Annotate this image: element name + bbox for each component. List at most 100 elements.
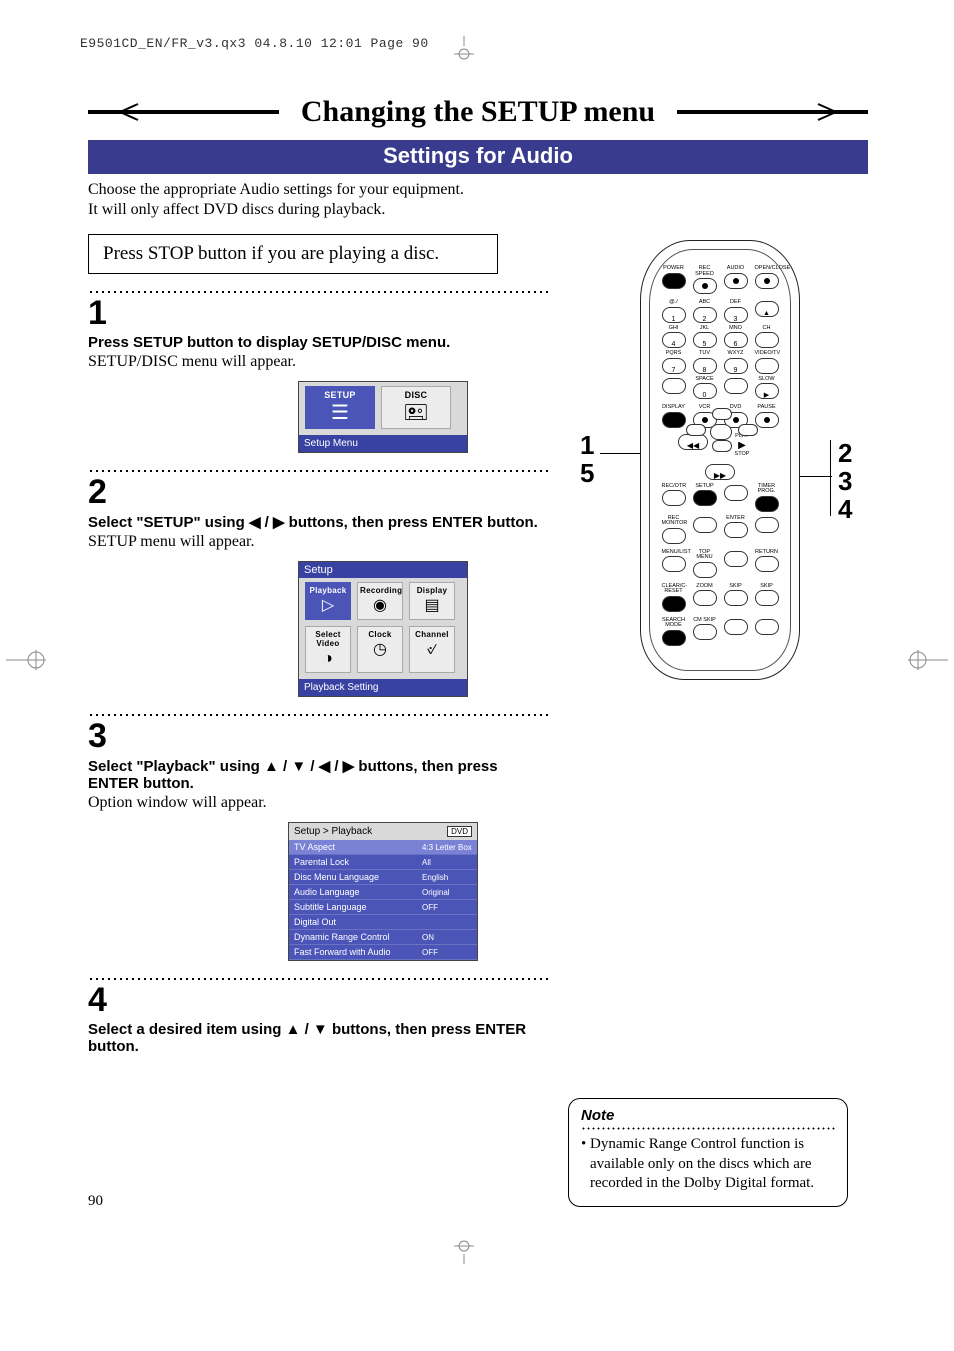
- osd-cell-playback: Playback▷: [305, 582, 351, 620]
- page-title-bar: Changing the SETUP menu: [88, 90, 868, 134]
- step-heading: Select "SETUP" using ◀ / ▶ buttons, then…: [88, 513, 548, 531]
- osd-cell-disc: DISC 🖭: [381, 386, 451, 429]
- SKIP-button[interactable]: [755, 590, 779, 606]
- digit-9-button[interactable]: 9: [724, 358, 748, 374]
- osd-option-row: Dynamic Range ControlON: [289, 930, 477, 945]
- nav-left-button[interactable]: [686, 424, 706, 436]
- osd-cell-recording: Recording◉: [357, 582, 403, 620]
- clock-icon: ◷: [360, 642, 400, 658]
- remote-button[interactable]: [724, 619, 748, 635]
- DISPLAY-button[interactable]: [662, 412, 686, 428]
- remote-button-label: DEF: [724, 300, 748, 306]
- remote-button-label: GHI: [662, 326, 686, 332]
- option-label: Disc Menu Language: [289, 870, 417, 885]
- step-heading: Select "Playback" using ▲ / ▼ / ◀ / ▶ bu…: [88, 757, 548, 792]
- remote-button-label: TOP MENU: [693, 550, 717, 561]
- display-icon: ▤: [412, 598, 452, 614]
- divider-dots: [88, 288, 548, 294]
- digit-2-button[interactable]: 2: [693, 307, 717, 323]
- remote-button[interactable]: [693, 517, 717, 533]
- digit-7-button[interactable]: 7: [662, 358, 686, 374]
- SEARCH MODE-button[interactable]: [662, 630, 686, 646]
- digit-x-button[interactable]: [755, 332, 779, 348]
- digit-x-button[interactable]: [724, 378, 748, 394]
- remote-button[interactable]: [724, 551, 748, 567]
- osd-cell-display: Display▤: [409, 582, 455, 620]
- option-label: Parental Lock: [289, 855, 417, 870]
- remote-button[interactable]: [755, 517, 779, 533]
- SKIP-button[interactable]: [724, 590, 748, 606]
- remote-button-label: OPEN/CLOSE: [755, 266, 779, 272]
- TOP MENU-button[interactable]: [693, 562, 717, 578]
- remote-button-label: WXYZ: [724, 351, 748, 357]
- remote-diagram: 1 5 2 3 4 POWERREC SPEEDAUDIOOPEN/CLOSE …: [580, 240, 860, 680]
- trim-mark-icon: [6, 650, 46, 670]
- nav-cluster: [684, 408, 760, 458]
- remote-button-label: POWER: [662, 266, 686, 272]
- arrows-lr-icon: ◀ / ▶: [249, 514, 285, 531]
- remote-button-label: VIDEO/TV: [755, 351, 779, 357]
- step-text: SETUP menu will appear.: [88, 533, 548, 551]
- step-heading: Select a desired item using ▲ / ▼ button…: [88, 1021, 548, 1055]
- osd-cell-clock: Clock◷: [357, 626, 403, 673]
- remote-button-label: MENU/LIST: [662, 550, 686, 556]
- TIMER PROG.-button[interactable]: [755, 496, 779, 512]
- nav-right-button[interactable]: [738, 424, 758, 436]
- osd-option-row: Parental LockAll: [289, 855, 477, 870]
- remote-button-label: ZOOM: [693, 584, 717, 590]
- fast-forward-button[interactable]: ▶▶: [705, 464, 735, 480]
- print-header: E9501CD_EN/FR_v3.qx3 04.8.10 12:01 Page …: [80, 36, 429, 51]
- OPEN/CLOSE-button[interactable]: [755, 273, 779, 289]
- digit-3-button[interactable]: 3: [724, 307, 748, 323]
- digit-x-button[interactable]: [755, 358, 779, 374]
- osd-cell-setup: SETUP ☰: [305, 386, 375, 429]
- SETUP-button[interactable]: [693, 490, 717, 506]
- chevron-right-icon: [814, 102, 842, 122]
- divider-dots: [88, 467, 548, 473]
- CLEAR/C-RESET-button[interactable]: [662, 596, 686, 612]
- digit-5-button[interactable]: 5: [693, 332, 717, 348]
- chevron-left-icon: [114, 102, 142, 122]
- remote-button-label: SKIP: [755, 584, 779, 590]
- RETURN-button[interactable]: [755, 556, 779, 572]
- nav-down-button[interactable]: [712, 440, 732, 452]
- REC MONITOR-button[interactable]: [662, 528, 686, 544]
- osd-option-row: Fast Forward with AudioOFF: [289, 945, 477, 960]
- divider-dots: [88, 975, 548, 981]
- digit-8-button[interactable]: 8: [693, 358, 717, 374]
- nav-up-button[interactable]: [712, 408, 732, 420]
- POWER-button[interactable]: [662, 273, 686, 289]
- AUDIO-button[interactable]: [724, 273, 748, 289]
- REC/OTR-button[interactable]: [662, 490, 686, 506]
- step-text: Option window will appear.: [88, 794, 548, 812]
- osd-title: Setup: [299, 562, 467, 578]
- remote-button[interactable]: [724, 485, 748, 501]
- digit-1-button[interactable]: 1: [662, 307, 686, 323]
- digit-▶-button[interactable]: ▶: [755, 383, 779, 399]
- disc-icon: 🖭: [384, 403, 448, 423]
- osd-option-row: Disc Menu LanguageEnglish: [289, 870, 477, 885]
- crop-mark-icon: [450, 1240, 478, 1264]
- callout-4: 4: [838, 494, 852, 525]
- digit-4-button[interactable]: 4: [662, 332, 686, 348]
- option-value: OFF: [417, 900, 477, 915]
- MENU/LIST-button[interactable]: [662, 556, 686, 572]
- REC SPEED-button[interactable]: [693, 278, 717, 294]
- option-value: OFF: [417, 945, 477, 960]
- CM SKIP-button[interactable]: [693, 624, 717, 640]
- remote-button[interactable]: [755, 619, 779, 635]
- digit-6-button[interactable]: 6: [724, 332, 748, 348]
- option-value: ON: [417, 930, 477, 945]
- digit-0-button[interactable]: 0: [693, 383, 717, 399]
- note-box: Note • Dynamic Range Control function is…: [568, 1098, 848, 1207]
- enter-button[interactable]: [710, 424, 732, 440]
- page-title: Changing the SETUP menu: [279, 95, 677, 129]
- digit-▲-button[interactable]: ▲: [755, 301, 779, 317]
- remote-button-label: PQRS: [662, 351, 686, 357]
- ENTER-button[interactable]: [724, 522, 748, 538]
- digit-x-button[interactable]: [662, 378, 686, 394]
- option-value: 4:3 Letter Box: [417, 840, 477, 855]
- callout-3: 3: [838, 466, 852, 497]
- remote-button-label: MNO: [724, 326, 748, 332]
- ZOOM-button[interactable]: [693, 590, 717, 606]
